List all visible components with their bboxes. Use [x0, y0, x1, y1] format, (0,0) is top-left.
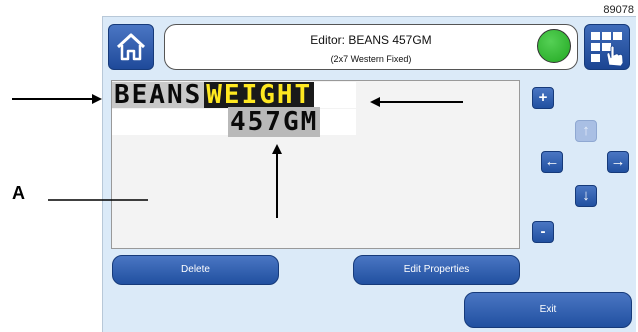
callout-arrows [12, 94, 463, 218]
callout-label-a: A [12, 183, 25, 203]
